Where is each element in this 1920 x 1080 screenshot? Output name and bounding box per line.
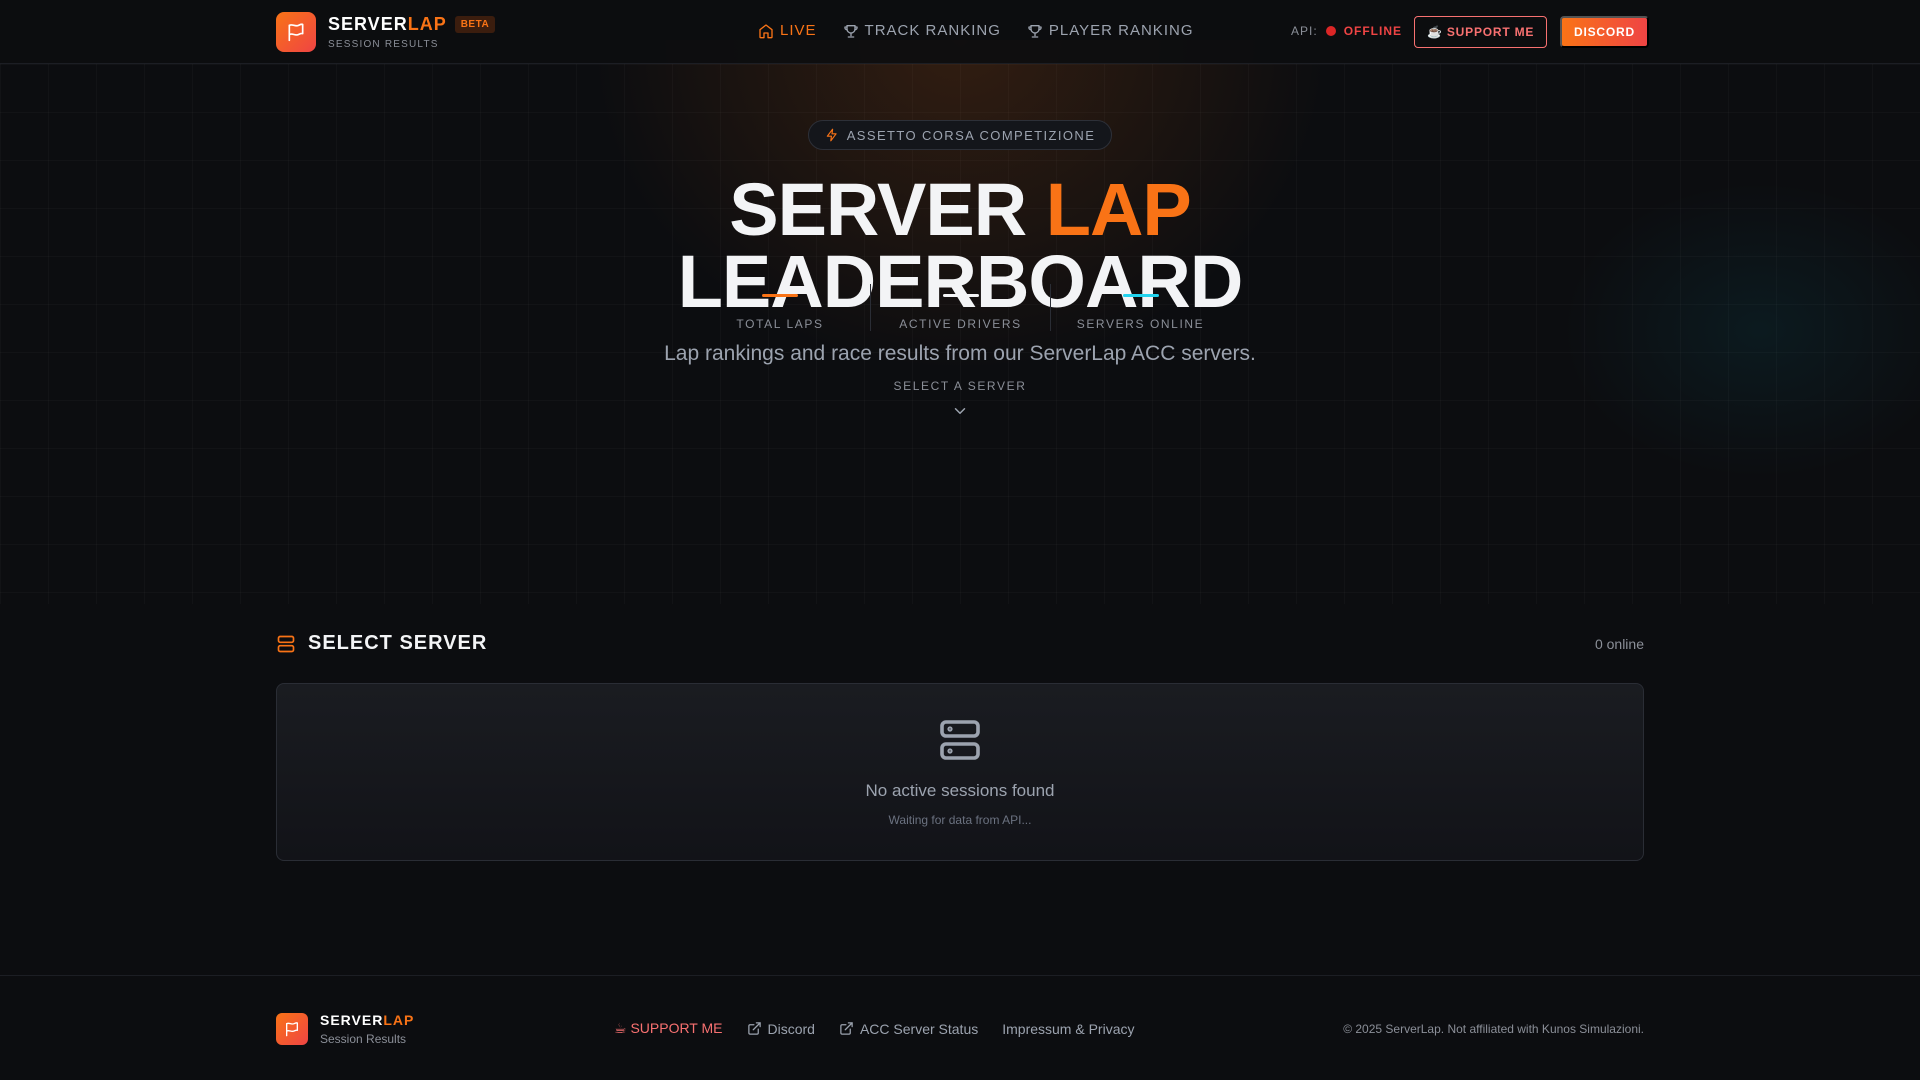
stat-active-drivers: ACTIVE DRIVERS <box>870 284 1050 331</box>
trophy-icon <box>1028 24 1042 38</box>
stat-total-laps-bar <box>762 294 798 297</box>
footer-acc-status-link[interactable]: ACC Server Status <box>839 1020 978 1037</box>
api-status: API: OFFLINE <box>1291 24 1402 38</box>
footer: SERVERLAP Session Results ☕ SUPPORT ME D… <box>0 975 1920 1080</box>
beta-badge: BETA <box>454 16 496 33</box>
footer-brand-accent: LAP <box>383 1012 415 1028</box>
footer-brand-main: SERVER <box>320 1012 384 1028</box>
stats-row: TOTAL LAPS ACTIVE DRIVERS SERVERS ONLINE <box>0 284 1920 331</box>
top-nav: SERVER LAP BETA SESSION RESULTS LIVE TRAC… <box>0 0 1920 64</box>
chevron-down-icon[interactable] <box>951 402 969 420</box>
stat-active-drivers-label: ACTIVE DRIVERS <box>899 317 1022 331</box>
nav-live-label: LIVE <box>780 22 817 39</box>
footer-discord-link[interactable]: Discord <box>747 1020 815 1037</box>
footer-acc-status-label: ACC Server Status <box>859 1020 979 1037</box>
brand-name-accent: LAP <box>407 14 447 34</box>
nav-player-ranking[interactable]: PLAYER RANKING <box>1027 22 1194 39</box>
external-link-icon <box>840 1022 853 1035</box>
section-title-label: SELECT SERVER <box>308 632 488 654</box>
brand[interactable]: SERVER LAP BETA SESSION RESULTS <box>276 12 496 52</box>
nav-player-ranking-label: PLAYER RANKING <box>1048 22 1194 39</box>
footer-brand[interactable]: SERVERLAP Session Results <box>276 1012 414 1046</box>
game-pill-label: ASSETTO CORSA COMPETIZIONE <box>846 127 1096 143</box>
footer-support-link[interactable]: ☕ SUPPORT ME <box>614 1020 723 1037</box>
flag-icon <box>276 12 316 52</box>
flag-icon <box>276 1013 308 1045</box>
stat-servers-online: SERVERS ONLINE <box>1050 284 1230 331</box>
title-accent: LAP <box>1045 168 1192 251</box>
api-status-value: OFFLINE <box>1343 24 1403 38</box>
lightning-icon <box>826 128 837 142</box>
footer-links: ☕ SUPPORT ME Discord ACC Server Status I… <box>614 1020 1134 1037</box>
nav-track-ranking-label: TRACK RANKING <box>864 22 1001 39</box>
brand-name: SERVER LAP BETA <box>328 14 496 35</box>
api-label: API: <box>1291 24 1318 38</box>
discord-button[interactable]: DISCORD <box>1560 16 1649 48</box>
online-count: 0 online <box>1594 635 1644 652</box>
status-dot-icon <box>1325 26 1336 36</box>
footer-subtitle: Session Results <box>320 1032 407 1046</box>
hero-subtitle: Lap rankings and race results from our S… <box>664 342 1256 365</box>
stat-servers-online-bar <box>1122 294 1159 297</box>
section-title: SELECT SERVER <box>276 632 487 655</box>
brand-name-main: SERVER <box>328 14 408 34</box>
game-pill: ASSETTO CORSA COMPETIZIONE <box>807 120 1113 150</box>
home-icon <box>759 23 773 38</box>
title-main: SERVER <box>729 168 1027 251</box>
select-server-hint[interactable]: SELECT A SERVER <box>0 379 1920 393</box>
main-nav: LIVE TRACK RANKING PLAYER RANKING <box>758 22 1193 39</box>
footer-brand-name: SERVERLAP <box>320 1012 414 1028</box>
external-link-icon <box>747 1022 761 1035</box>
brand-subtitle: SESSION RESULTS <box>328 39 439 50</box>
server-icon <box>940 720 980 760</box>
empty-sessions-card: No active sessions found Waiting for dat… <box>276 683 1644 861</box>
server-icon <box>277 635 295 652</box>
empty-subtitle: Waiting for data from API... <box>888 813 1032 827</box>
copyright: © 2025 ServerLap. Not affiliated with Ku… <box>1343 1022 1644 1036</box>
server-section-header: SELECT SERVER 0 online <box>276 632 1644 655</box>
stat-total-laps-label: TOTAL LAPS <box>736 317 824 331</box>
nav-live[interactable]: LIVE <box>758 22 817 39</box>
stat-total-laps: TOTAL LAPS <box>690 284 870 331</box>
nav-track-ranking[interactable]: TRACK RANKING <box>843 22 1001 39</box>
stat-servers-online-label: SERVERS ONLINE <box>1076 317 1205 331</box>
footer-impressum-link[interactable]: Impressum & Privacy <box>1002 1020 1134 1037</box>
trophy-icon <box>843 24 858 38</box>
stat-active-drivers-bar <box>942 294 979 297</box>
support-me-button[interactable]: ☕ SUPPORT ME <box>1414 16 1548 48</box>
footer-discord-label: Discord <box>767 1020 815 1037</box>
empty-title: No active sessions found <box>865 781 1055 800</box>
